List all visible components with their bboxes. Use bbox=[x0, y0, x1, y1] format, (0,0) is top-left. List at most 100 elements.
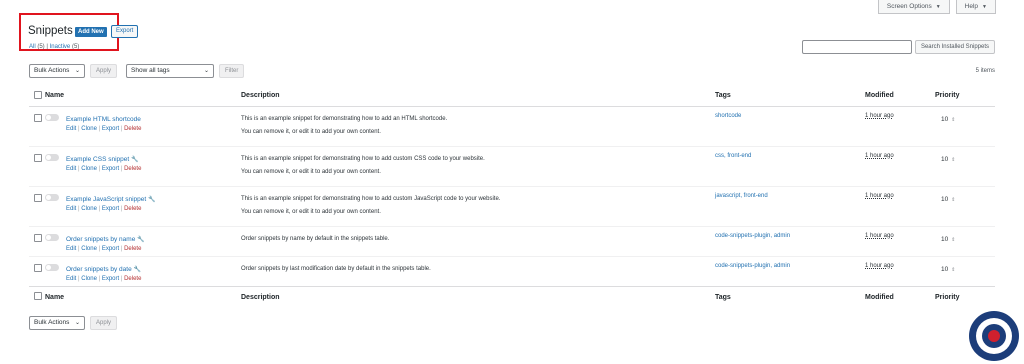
snippet-modified: 1 hour ago bbox=[865, 192, 894, 199]
delete-link[interactable]: Delete bbox=[124, 206, 141, 212]
action-separator: | bbox=[98, 205, 101, 212]
export-link[interactable]: Export bbox=[102, 276, 119, 282]
snippet-name-link[interactable]: Example HTML shortcode bbox=[66, 116, 141, 123]
roundel-logo bbox=[969, 311, 1019, 361]
view-all-count: (5) bbox=[37, 44, 45, 50]
clone-link[interactable]: Clone bbox=[81, 246, 97, 252]
help-button[interactable]: Help ▼ bbox=[955, 0, 996, 14]
row-checkbox[interactable] bbox=[34, 263, 42, 272]
column-name[interactable]: Name bbox=[45, 86, 241, 107]
apply-button[interactable]: Apply bbox=[90, 64, 118, 78]
delete-link[interactable]: Delete bbox=[124, 276, 141, 282]
snippet-tags[interactable]: code-snippets-plugin, admin bbox=[715, 263, 790, 269]
spinner-arrows-icon[interactable]: ⇕ bbox=[951, 267, 955, 273]
column-name[interactable]: Name bbox=[45, 285, 241, 308]
select-all-checkbox[interactable] bbox=[34, 90, 42, 99]
row-checkbox[interactable] bbox=[34, 193, 42, 202]
description-line: This is an example snippet for demonstra… bbox=[241, 115, 448, 122]
add-new-button[interactable]: Add New bbox=[75, 27, 107, 37]
delete-link[interactable]: Delete bbox=[124, 126, 141, 132]
snippet-tags[interactable]: javascript, front-end bbox=[715, 193, 768, 199]
export-link[interactable]: Export bbox=[102, 206, 119, 212]
priority-input[interactable]: 10 ⇕ bbox=[935, 116, 955, 123]
snippet-name-link[interactable]: Example CSS snippet bbox=[66, 156, 129, 163]
spinner-arrows-icon[interactable]: ⇕ bbox=[951, 117, 955, 123]
snippet-name-link[interactable]: Order snippets by name bbox=[66, 236, 135, 243]
delete-link[interactable]: Delete bbox=[124, 246, 141, 252]
action-separator: | bbox=[78, 245, 80, 252]
tags-filter-select[interactable]: Show all tags ⌄ bbox=[126, 64, 215, 78]
activate-toggle[interactable] bbox=[45, 193, 59, 201]
clone-link[interactable]: Clone bbox=[81, 276, 97, 282]
clone-link[interactable]: Clone bbox=[81, 126, 97, 132]
column-modified[interactable]: Modified bbox=[865, 285, 935, 308]
search-snippets-button[interactable]: Search Installed Snippets bbox=[914, 40, 995, 54]
export-link[interactable]: Export bbox=[102, 166, 119, 172]
edit-link[interactable]: Edit bbox=[66, 126, 76, 132]
table-header-row: Name Description Tags Modified Priority bbox=[29, 86, 995, 107]
edit-link[interactable]: Edit bbox=[66, 276, 76, 282]
action-separator: | bbox=[78, 165, 80, 172]
column-modified[interactable]: Modified bbox=[865, 86, 935, 107]
table-row: Order snippets by date 🔧 Edit | Clone | E… bbox=[29, 255, 995, 286]
row-checkbox[interactable] bbox=[34, 233, 42, 242]
snippet-name-link[interactable]: Example JavaScript snippet bbox=[66, 196, 146, 203]
snippet-tags[interactable]: shortcode bbox=[715, 113, 741, 119]
priority-input[interactable]: 10 ⇕ bbox=[935, 266, 955, 273]
edit-link[interactable]: Edit bbox=[66, 206, 76, 212]
wrench-icon: 🔧 bbox=[131, 156, 139, 163]
screen-options-button[interactable]: Screen Options ▼ bbox=[877, 0, 950, 14]
description-line: This is an example snippet for demonstra… bbox=[241, 155, 485, 162]
spinner-arrows-icon[interactable]: ⇕ bbox=[951, 237, 955, 243]
action-separator: | bbox=[98, 275, 101, 282]
snippet-description: Order snippets by name by default in the… bbox=[241, 233, 715, 246]
column-priority[interactable]: Priority bbox=[935, 285, 995, 308]
page-title: Snippets bbox=[28, 25, 73, 37]
clone-link[interactable]: Clone bbox=[81, 166, 97, 172]
action-separator: | bbox=[120, 165, 123, 172]
priority-input[interactable]: 10 ⇕ bbox=[935, 196, 955, 203]
caret-down-icon: ▼ bbox=[982, 4, 987, 10]
edit-link[interactable]: Edit bbox=[66, 246, 76, 252]
clone-link[interactable]: Clone bbox=[81, 206, 97, 212]
priority-value: 10 bbox=[941, 195, 949, 203]
row-actions: Edit | Clone | Export | Delete bbox=[45, 276, 241, 282]
snippet-tags[interactable]: code-snippets-plugin, admin bbox=[715, 233, 790, 239]
help-label: Help bbox=[964, 3, 979, 10]
action-separator: | bbox=[78, 275, 80, 282]
activate-toggle[interactable] bbox=[45, 113, 59, 121]
bulk-actions-select[interactable]: Bulk Actions ⌄ bbox=[29, 316, 85, 330]
activate-toggle[interactable] bbox=[45, 153, 59, 161]
delete-link[interactable]: Delete bbox=[124, 166, 141, 172]
select-all-checkbox[interactable] bbox=[34, 292, 42, 301]
priority-input[interactable]: 10 ⇕ bbox=[935, 156, 955, 163]
export-link[interactable]: Export bbox=[102, 126, 119, 132]
activate-toggle[interactable] bbox=[45, 263, 59, 271]
priority-input[interactable]: 10 ⇕ bbox=[935, 236, 955, 243]
export-button[interactable]: Export bbox=[111, 25, 139, 38]
snippet-modified: 1 hour ago bbox=[865, 152, 894, 159]
column-description: Description bbox=[241, 285, 715, 308]
bulk-actions-value: Bulk Actions bbox=[34, 67, 70, 74]
row-checkbox[interactable] bbox=[34, 153, 42, 162]
action-separator: | bbox=[78, 205, 80, 212]
column-tags: Tags bbox=[715, 285, 865, 308]
export-link[interactable]: Export bbox=[102, 246, 119, 252]
view-inactive-link[interactable]: Inactive bbox=[50, 44, 71, 50]
column-priority[interactable]: Priority bbox=[935, 86, 995, 107]
filter-button[interactable]: Filter bbox=[219, 64, 245, 78]
edit-link[interactable]: Edit bbox=[66, 166, 76, 172]
activate-toggle[interactable] bbox=[45, 233, 59, 241]
row-checkbox[interactable] bbox=[34, 113, 42, 122]
search-input[interactable] bbox=[801, 40, 912, 54]
view-all-link[interactable]: All bbox=[29, 44, 36, 50]
snippet-name-link[interactable]: Order snippets by date bbox=[66, 266, 132, 273]
action-separator: | bbox=[120, 275, 123, 282]
spinner-arrows-icon[interactable]: ⇕ bbox=[951, 157, 955, 163]
snippet-tags[interactable]: css, front-end bbox=[715, 153, 751, 159]
bulk-actions-select[interactable]: Bulk Actions ⌄ bbox=[29, 64, 85, 78]
search-box: Search Installed Snippets bbox=[801, 40, 995, 54]
apply-button[interactable]: Apply bbox=[90, 316, 118, 330]
spinner-arrows-icon[interactable]: ⇕ bbox=[951, 197, 955, 203]
bulk-actions-value: Bulk Actions bbox=[34, 319, 70, 326]
